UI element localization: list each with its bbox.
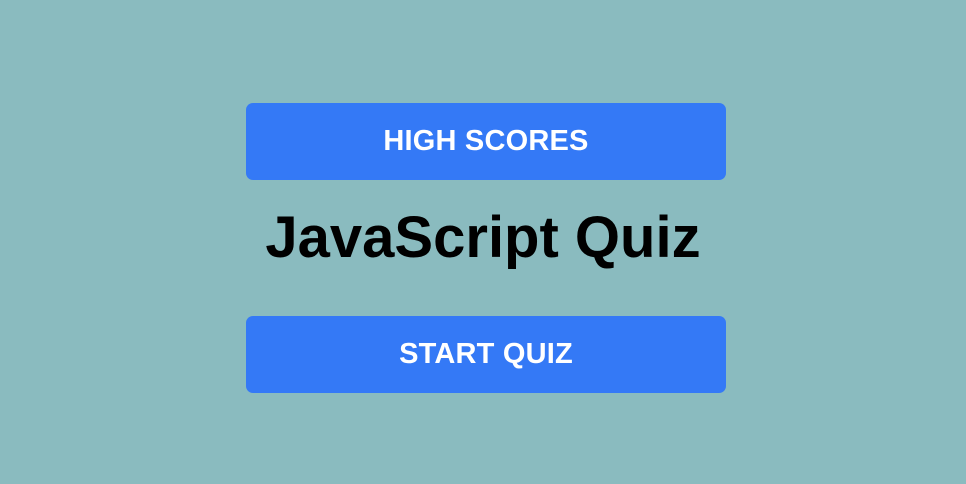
quiz-start-screen: HIGH SCORES JavaScript Quiz START QUIZ bbox=[0, 0, 966, 484]
start-quiz-button[interactable]: START QUIZ bbox=[246, 316, 726, 393]
high-scores-button[interactable]: HIGH SCORES bbox=[246, 103, 726, 180]
page-title: JavaScript Quiz bbox=[265, 205, 701, 270]
